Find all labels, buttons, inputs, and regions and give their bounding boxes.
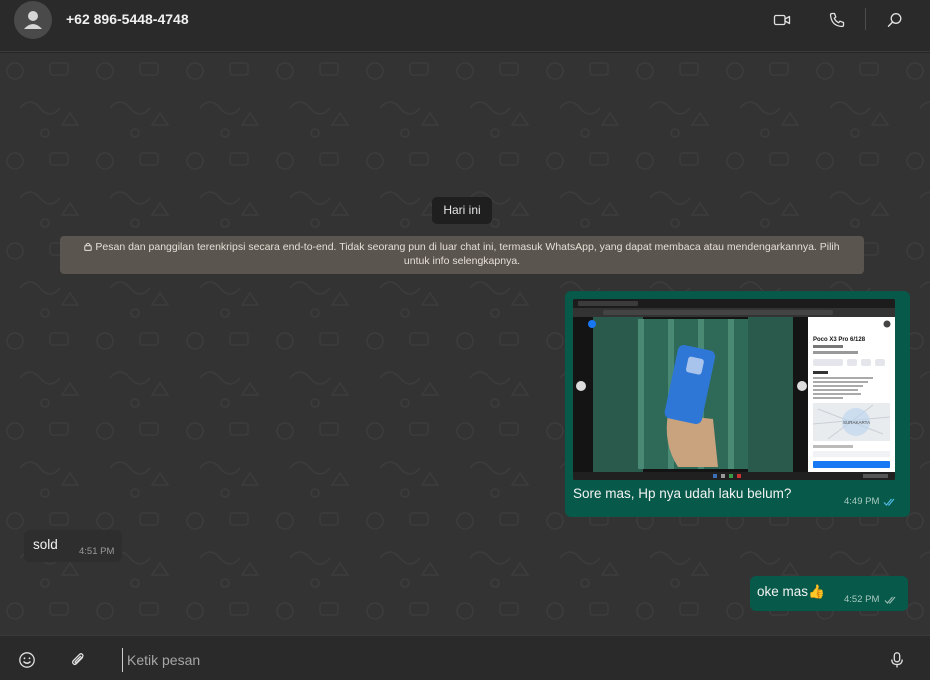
message-text: sold <box>33 537 58 552</box>
message-composer <box>0 635 930 680</box>
date-separator: Hari ini <box>432 197 492 224</box>
message-time: 4:52 PM <box>844 594 880 605</box>
video-call-icon[interactable] <box>773 11 791 29</box>
read-receipt-icon <box>883 498 895 506</box>
message-bubble-outgoing-image[interactable]: Poco X3 Pro 6/128 SURAKARTA Sore mas, Hp… <box>565 291 910 517</box>
message-bubble-outgoing[interactable]: oke mas👍 4:52 PM <box>750 576 908 611</box>
screenshot-thumbnail: Poco X3 Pro 6/128 SURAKARTA <box>573 299 895 480</box>
message-bubble-incoming[interactable]: sold 4:51 PM <box>24 530 122 562</box>
encryption-notice-text: Pesan dan panggilan terenkripsi secara e… <box>95 241 840 267</box>
message-input[interactable] <box>122 648 869 672</box>
message-time: 4:51 PM <box>79 546 115 557</box>
microphone-icon[interactable] <box>888 651 906 669</box>
image-product-title: Poco X3 Pro 6/128 <box>813 337 866 343</box>
delivered-receipt-icon <box>884 596 896 604</box>
emoji-icon[interactable] <box>18 651 36 669</box>
chat-area[interactable]: Hari ini Pesan dan panggilan terenkripsi… <box>0 53 930 635</box>
message-time: 4:49 PM <box>844 496 880 507</box>
message-image[interactable]: Poco X3 Pro 6/128 SURAKARTA <box>573 299 895 480</box>
attach-icon[interactable] <box>69 651 87 669</box>
lock-icon <box>84 242 93 251</box>
search-icon[interactable] <box>886 11 904 29</box>
voice-call-icon[interactable] <box>828 11 846 29</box>
header-divider <box>865 8 866 30</box>
message-text: Sore mas, Hp nya udah laku belum? <box>573 486 792 501</box>
encryption-notice[interactable]: Pesan dan panggilan terenkripsi secara e… <box>60 236 864 274</box>
image-location-label: SURAKARTA <box>843 420 870 425</box>
contact-avatar[interactable] <box>14 1 52 39</box>
chat-header: +62 896-5448-4748 <box>0 0 930 52</box>
avatar-placeholder-icon <box>24 11 42 29</box>
contact-name[interactable]: +62 896-5448-4748 <box>66 11 189 27</box>
message-text: oke mas👍 <box>757 584 825 599</box>
